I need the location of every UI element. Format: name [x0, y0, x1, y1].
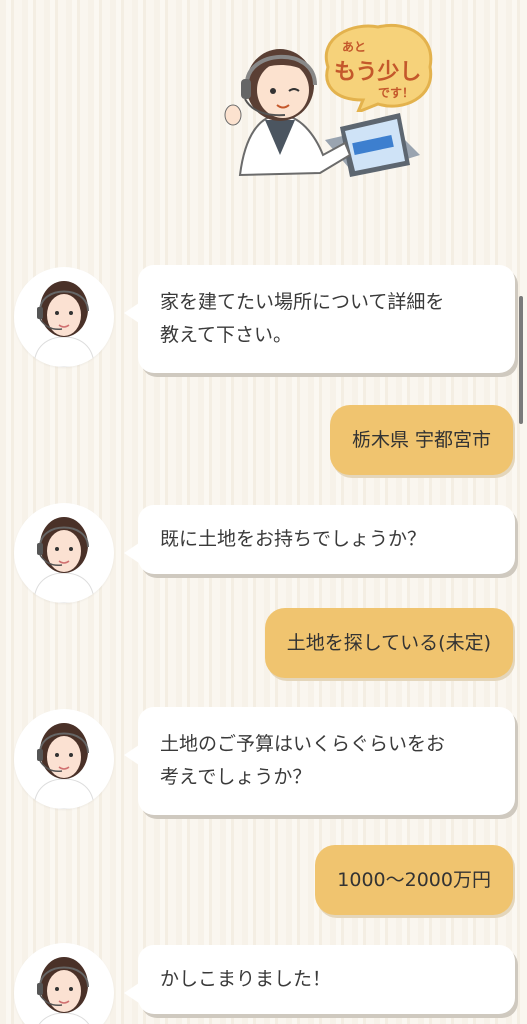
operator-avatar-icon [14, 943, 114, 1024]
user-answer: 栃木県 宇都宮市 [329, 405, 513, 475]
user-answer: 土地を探している(未定) [264, 608, 513, 678]
operator-avatar-icon [14, 503, 114, 603]
bot-message-line: 教えて下さい。 [160, 324, 293, 346]
bot-message: 土地のご予算はいくらぐらいをお 考えでしょうか？ [124, 707, 515, 815]
operator-avatar-icon [14, 267, 114, 367]
bot-message: かしこまりました！ [124, 945, 515, 1014]
badge-text-main: もう少し [334, 60, 422, 85]
chat-header: あと もう少し です！ [0, 0, 527, 240]
bot-message: 家を建てたい場所について詳細を 教えて下さい。 [124, 265, 515, 373]
badge-text-bottom: です！ [378, 86, 415, 100]
bot-message-line: 家を建てたい場所について詳細を [160, 291, 445, 313]
bot-message-line: かしこまりました！ [160, 968, 332, 990]
bot-message-line: 考えでしょうか？ [160, 766, 312, 788]
user-answer: 1000〜2000万円 [315, 845, 513, 915]
bot-message: 既に土地をお持ちでしょうか？ [124, 505, 515, 574]
operator-avatar-icon [14, 709, 114, 809]
badge-text-top: あと [342, 40, 367, 54]
bot-message-line: 既に土地をお持ちでしょうか？ [160, 528, 427, 550]
bot-message-line: 土地のご予算はいくらぐらいをお [160, 733, 446, 755]
scrollbar[interactable] [519, 296, 523, 424]
